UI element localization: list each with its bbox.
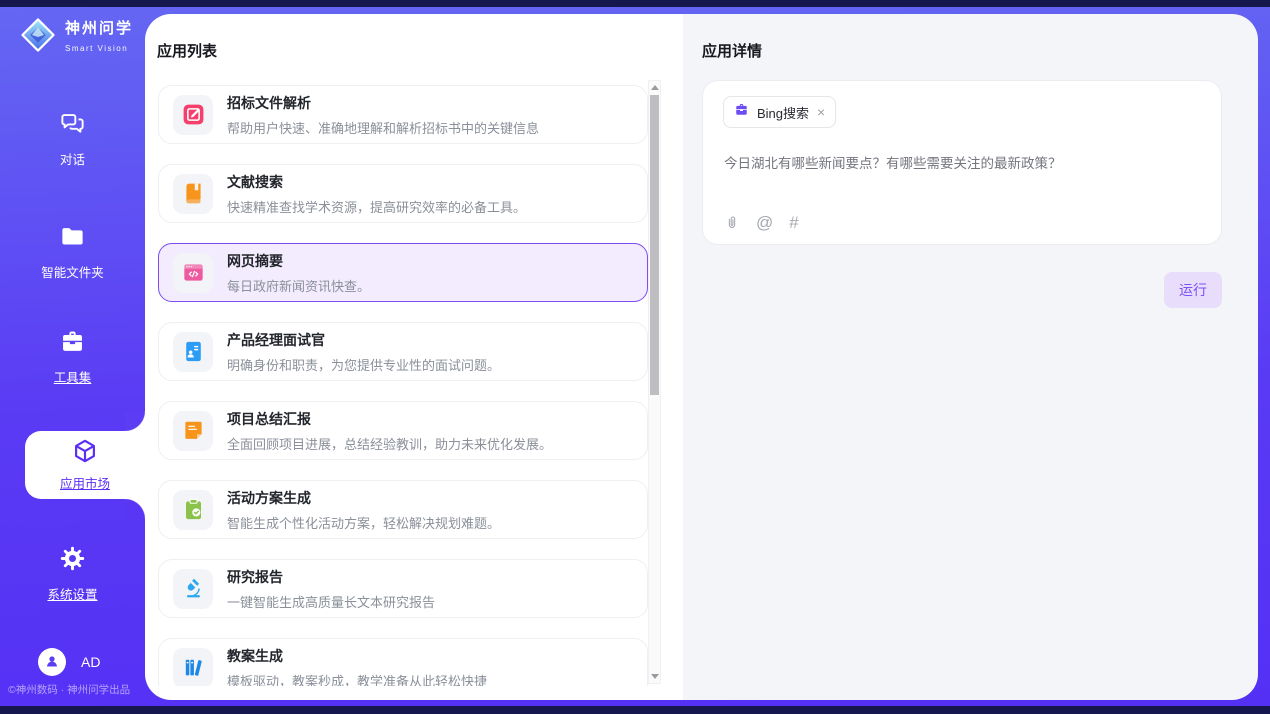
gear-icon <box>59 559 86 576</box>
bubble-curve-top <box>125 411 145 431</box>
sidebar-item-label: 对话 <box>0 149 145 168</box>
scrollbar[interactable] <box>648 80 661 684</box>
app-card[interactable]: 教案生成 模板驱动，教案秒成，教学准备从此轻松快捷 <box>158 638 648 686</box>
user-initials: AD <box>81 654 100 670</box>
app-card[interactable]: 活动方案生成 智能生成个性化活动方案，轻松解决规划难题。 <box>158 480 648 539</box>
scrollbar-thumb[interactable] <box>650 95 659 395</box>
main-panel: 应用列表 招标文件解析 帮助用户快速、准确地理解和解析招标书中的关键信息 文献搜… <box>145 14 1258 700</box>
avatar <box>38 648 66 676</box>
toolbox-icon <box>59 342 86 359</box>
app-card[interactable]: 项目总结汇报 全面回顾项目进展，总结经验教训，助力未来优化发展。 <box>158 401 648 460</box>
app-card-list: 招标文件解析 帮助用户快速、准确地理解和解析招标书中的关键信息 文献搜索 快速精… <box>158 85 648 686</box>
app-card[interactable]: 网页摘要 每日政府新闻资讯快查。 <box>158 243 648 302</box>
user-icon <box>43 652 61 673</box>
cube-icon <box>72 438 98 469</box>
chat-icon <box>59 124 86 141</box>
prompt-input[interactable]: 今日湖北有哪些新闻要点？有哪些需要关注的最新政策？ <box>724 152 1201 172</box>
sidebar-item-app-market-selected[interactable]: 应用市场 <box>25 431 145 499</box>
app-description: 智能生成个性化活动方案，轻松解决规划难题。 <box>227 513 500 532</box>
app-description: 帮助用户快速、准确地理解和解析招标书中的关键信息 <box>227 118 539 137</box>
app-name: 研究报告 <box>227 567 435 587</box>
sidebar: 神州问学 Smart Vision 对话 智能文件夹 工具集 应用市场 系统设置… <box>0 7 145 706</box>
paperclip-icon[interactable] <box>724 215 740 231</box>
app-name: 项目总结汇报 <box>227 409 552 429</box>
diamond-logo-icon <box>18 15 58 60</box>
app-list-title: 应用列表 <box>157 40 217 61</box>
brand-subtitle: Smart Vision <box>65 44 128 53</box>
app-description: 模板驱动，教案秒成，教学准备从此轻松快捷 <box>227 671 487 687</box>
app-name: 教案生成 <box>227 646 487 666</box>
bubble-curve-bottom <box>125 499 145 519</box>
sidebar-item-label: 工具集 <box>0 367 145 386</box>
user-account[interactable]: AD <box>38 648 100 676</box>
run-button[interactable]: 运行 <box>1164 272 1222 308</box>
sidebar-item-smart-folders[interactable]: 智能文件夹 <box>0 223 145 281</box>
prompt-card: Bing搜索 × 今日湖北有哪些新闻要点？有哪些需要关注的最新政策？ @ # <box>702 80 1222 245</box>
sidebar-item-settings[interactable]: 系统设置 <box>0 545 145 603</box>
edit-square-icon <box>173 95 213 135</box>
resume-icon <box>173 332 213 372</box>
browser-code-icon <box>173 253 213 293</box>
app-name: 活动方案生成 <box>227 488 500 508</box>
briefcase-icon <box>734 102 749 122</box>
copyright-text: ©神州数码 · 神州问学出品 <box>8 682 130 697</box>
app-name: 产品经理面试官 <box>227 330 500 350</box>
hash-icon[interactable]: # <box>789 214 798 231</box>
app-description: 每日政府新闻资讯快查。 <box>227 276 370 295</box>
brand-logo: 神州问学 Smart Vision <box>18 15 133 60</box>
app-detail-panel: 应用详情 Bing搜索 × 今日湖北有哪些新闻要点？有哪些需要关注的最新政策？ … <box>683 14 1258 700</box>
sidebar-item-toolset[interactable]: 工具集 <box>0 328 145 386</box>
clipboard-check-icon <box>173 490 213 530</box>
app-card[interactable]: 文献搜索 快速精准查找学术资源，提高研究效率的必备工具。 <box>158 164 648 223</box>
note-icon <box>173 411 213 451</box>
app-card[interactable]: 招标文件解析 帮助用户快速、准确地理解和解析招标书中的关键信息 <box>158 85 648 144</box>
app-detail-title: 应用详情 <box>702 40 762 61</box>
scroll-up-icon[interactable] <box>649 81 660 94</box>
microscope-icon <box>173 569 213 609</box>
tool-tag-label: Bing搜索 <box>757 103 809 122</box>
app-name: 文献搜索 <box>227 172 526 192</box>
at-icon[interactable]: @ <box>756 214 773 231</box>
folder-icon <box>59 237 86 254</box>
app-description: 一键智能生成高质量长文本研究报告 <box>227 592 435 611</box>
sidebar-item-chat[interactable]: 对话 <box>0 110 145 168</box>
app-description: 明确身份和职责，为您提供专业性的面试问题。 <box>227 355 500 374</box>
app-description: 全面回顾项目进展，总结经验教训，助力未来优化发展。 <box>227 434 552 453</box>
app-description: 快速精准查找学术资源，提高研究效率的必备工具。 <box>227 197 526 216</box>
app-list-panel: 应用列表 招标文件解析 帮助用户快速、准确地理解和解析招标书中的关键信息 文献搜… <box>145 14 683 700</box>
book-icon <box>173 174 213 214</box>
sidebar-item-label: 应用市场 <box>60 473 110 492</box>
attachment-toolbar: @ # <box>724 214 799 231</box>
books-icon <box>173 648 213 687</box>
app-card[interactable]: 研究报告 一键智能生成高质量长文本研究报告 <box>158 559 648 618</box>
app-name: 网页摘要 <box>227 251 370 271</box>
sidebar-item-label: 智能文件夹 <box>0 262 145 281</box>
close-icon[interactable]: × <box>817 105 825 119</box>
scroll-down-icon[interactable] <box>649 670 660 683</box>
app-name: 招标文件解析 <box>227 93 539 113</box>
app-card[interactable]: 产品经理面试官 明确身份和职责，为您提供专业性的面试问题。 <box>158 322 648 381</box>
brand-name: 神州问学 <box>65 20 133 37</box>
sidebar-item-label: 系统设置 <box>0 584 145 603</box>
tool-tag-bing-search[interactable]: Bing搜索 × <box>723 96 836 128</box>
